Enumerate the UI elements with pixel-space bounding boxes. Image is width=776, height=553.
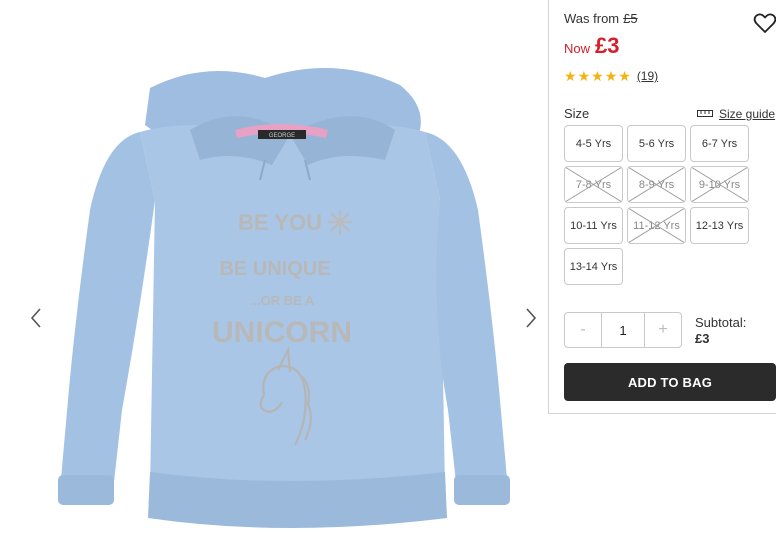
- quantity-input[interactable]: [601, 313, 645, 347]
- rating: ★ ★ ★ ★ ★ (19): [564, 69, 658, 83]
- chevron-left-icon[interactable]: [24, 304, 48, 332]
- size-option-button[interactable]: 6-7 Yrs: [690, 125, 749, 162]
- unavailable-cross-icon: [628, 208, 685, 243]
- now-price: £3: [595, 33, 620, 58]
- size-guide-link[interactable]: Size guide: [697, 107, 775, 121]
- star-icon: ★: [591, 68, 604, 84]
- size-option-button[interactable]: 12-13 Yrs: [690, 207, 749, 244]
- heart-icon[interactable]: [753, 11, 776, 35]
- size-option-label: 4-5 Yrs: [575, 137, 612, 150]
- unavailable-cross-icon: [628, 167, 685, 202]
- neck-label: GEORGE: [269, 133, 295, 139]
- size-option-button[interactable]: 11-12 Yrs: [627, 207, 686, 244]
- ruler-icon: [697, 107, 713, 121]
- review-count-link[interactable]: (19): [637, 69, 658, 83]
- quantity-stepper: - +: [564, 312, 682, 348]
- chevron-right-icon[interactable]: [519, 304, 543, 332]
- subtotal-value: £3: [695, 331, 710, 346]
- print-line-1: BE YOU: [238, 210, 322, 235]
- size-options: 4-5 Yrs 5-6 Yrs 6-7 Yrs 7-8 Yrs8-9 Yrs9-10 …: [564, 125, 764, 285]
- size-option-button[interactable]: 5-6 Yrs: [627, 125, 686, 162]
- was-price-row: Was from £5: [564, 11, 638, 26]
- product-image: GEORGE BE YOU BE UNIQUE ...OR BE A UNICO…: [58, 68, 510, 528]
- was-label: Was from: [564, 11, 620, 26]
- size-label: Size: [564, 106, 590, 121]
- print-line-2: BE UNIQUE: [219, 258, 330, 280]
- size-option-button[interactable]: 7-8 Yrs: [564, 166, 623, 203]
- print-line-4: UNICORN: [212, 316, 352, 349]
- size-option-button[interactable]: 8-9 Yrs: [627, 166, 686, 203]
- unavailable-cross-icon: [691, 167, 748, 202]
- now-price-row: Now £3: [564, 33, 620, 59]
- star-icon: ★: [577, 68, 591, 84]
- quantity-increase-button[interactable]: +: [645, 313, 681, 347]
- unavailable-cross-icon: [565, 167, 622, 202]
- subtotal-label: Subtotal:: [695, 315, 747, 330]
- size-option-button[interactable]: 13-14 Yrs: [564, 248, 623, 285]
- size-option-label: 13-14 Yrs: [569, 260, 618, 273]
- size-option-label: 6-7 Yrs: [701, 137, 738, 150]
- size-option-label: 12-13 Yrs: [695, 219, 744, 232]
- size-option-button[interactable]: 9-10 Yrs: [690, 166, 749, 203]
- print-line-3: ...OR BE A: [250, 293, 315, 308]
- product-gallery: GEORGE BE YOU BE UNIQUE ...OR BE A UNICO…: [0, 0, 552, 553]
- now-label: Now: [564, 41, 591, 56]
- size-guide-label: Size guide: [719, 107, 776, 121]
- size-option-label: 5-6 Yrs: [638, 137, 675, 150]
- subtotal: Subtotal: £3: [695, 315, 746, 347]
- quantity-decrease-button[interactable]: -: [565, 313, 601, 347]
- star-icon: ★: [564, 68, 577, 84]
- size-option-button[interactable]: 4-5 Yrs: [564, 125, 623, 162]
- size-option-button[interactable]: 10-11 Yrs: [564, 207, 623, 244]
- product-panel: Was from £5 Now £3 ★ ★ ★ ★ ★ (19) Size Si…: [548, 0, 776, 414]
- star-icon: ★: [618, 68, 631, 84]
- was-price: £5: [623, 11, 638, 26]
- star-icon: ★: [604, 68, 618, 84]
- add-to-bag-button[interactable]: ADD TO BAG: [564, 363, 776, 401]
- size-option-label: 10-11 Yrs: [570, 219, 617, 232]
